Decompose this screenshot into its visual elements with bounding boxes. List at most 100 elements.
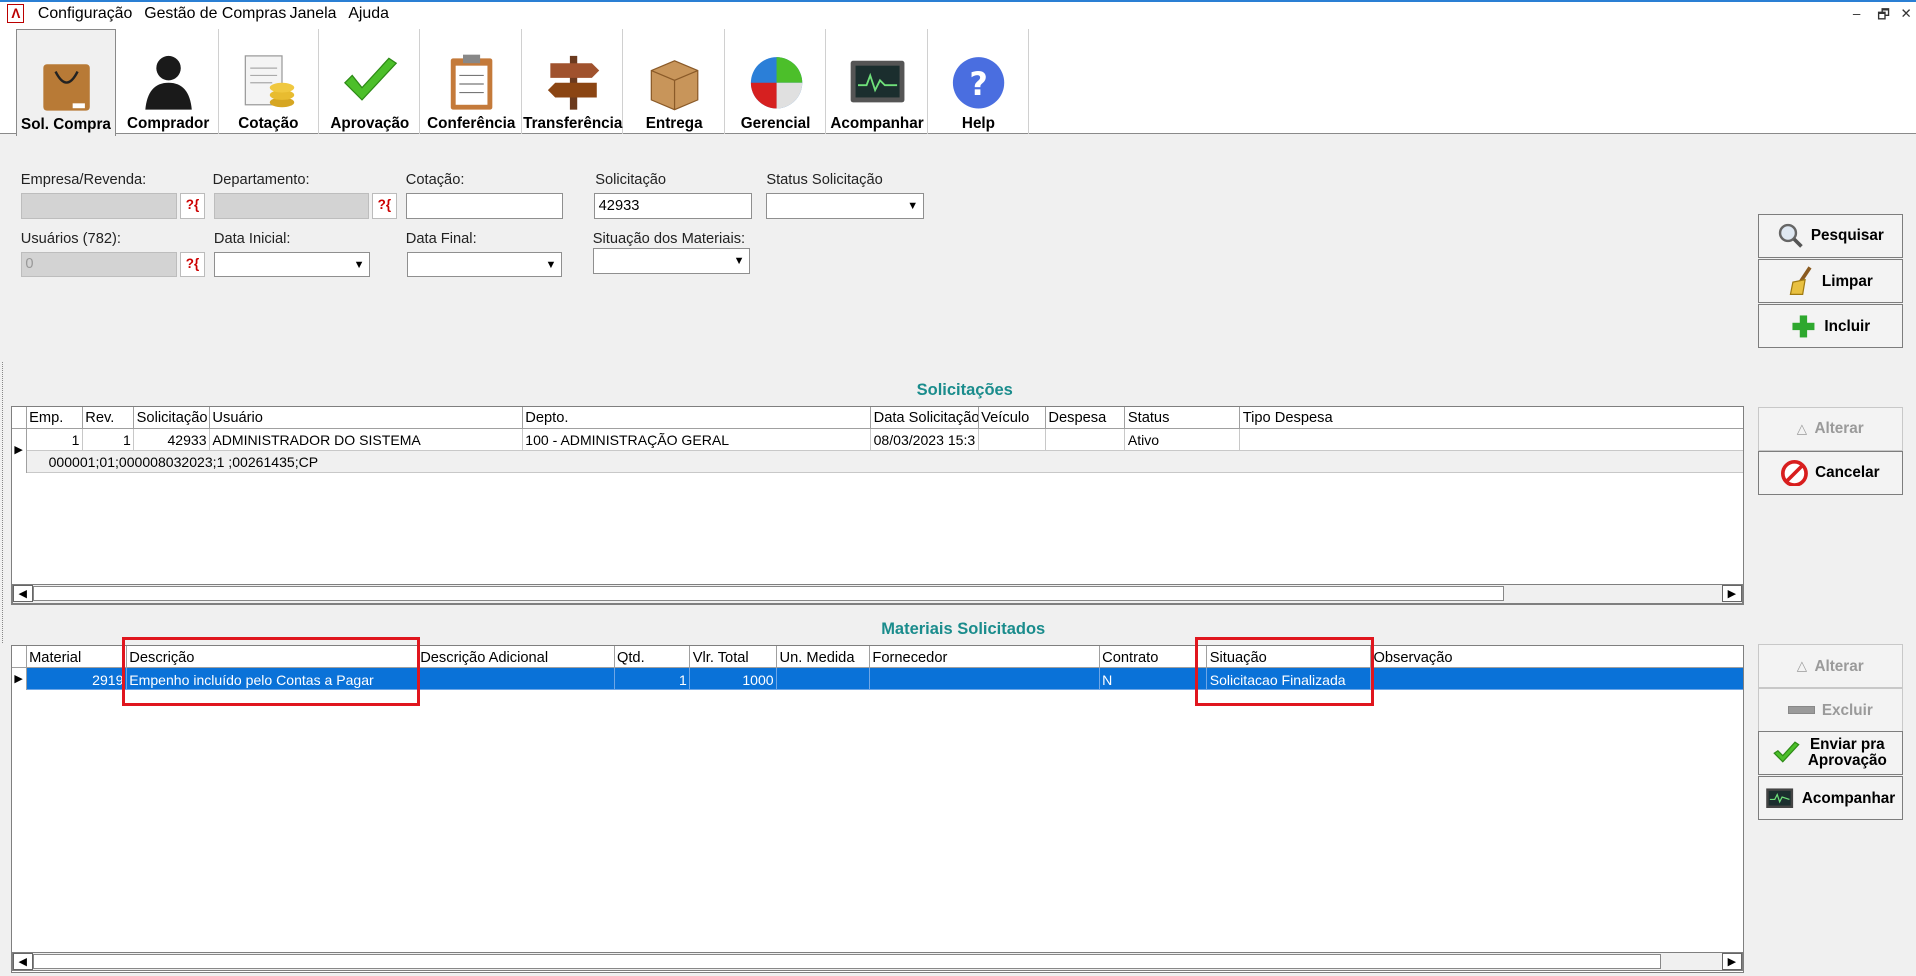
cell-emp: 1 xyxy=(26,428,83,451)
pie-chart-icon xyxy=(750,57,802,109)
splitter-handle[interactable] xyxy=(2,361,8,643)
scroll-left-icon[interactable]: ◀ xyxy=(12,952,33,970)
menu-configuracao[interactable]: Configuração xyxy=(38,5,132,23)
restore-icon[interactable]: 🗗 xyxy=(1877,6,1890,28)
quote-coins-icon xyxy=(245,55,295,108)
incluir-label: Incluir xyxy=(1824,317,1871,335)
tool-comprador[interactable]: Comprador xyxy=(119,29,219,135)
col-header-un-medida[interactable]: Un. Medida xyxy=(777,646,870,669)
close-icon[interactable]: ✕ xyxy=(1901,6,1912,22)
enviar-aprovacao-button[interactable]: Enviar pra Aprovação xyxy=(1757,730,1903,775)
acompanhar-button[interactable]: Acompanhar xyxy=(1757,776,1903,821)
col-header-material[interactable]: Material xyxy=(26,646,127,669)
cell-descricao-adicional xyxy=(417,668,615,691)
plus-icon xyxy=(1792,315,1815,338)
menu-ajuda[interactable]: Ajuda xyxy=(348,5,389,23)
solicitacoes-title: Solicitações xyxy=(916,381,1013,400)
empresa-lookup-icon[interactable]: ?{ xyxy=(179,193,206,219)
tool-acompanhar[interactable]: Acompanhar xyxy=(827,29,928,135)
tool-cotacao[interactable]: Cotação xyxy=(219,29,319,135)
incluir-button[interactable]: Incluir xyxy=(1757,304,1903,349)
alterar-label: Alterar xyxy=(1814,657,1864,675)
col-header-qtd[interactable]: Qtd. xyxy=(614,646,691,669)
usuarios-lookup-icon[interactable]: ?{ xyxy=(179,251,206,278)
col-header-observacao[interactable]: Observação xyxy=(1371,646,1743,669)
tool-transferencia[interactable]: Transferência xyxy=(523,29,624,135)
monitor-icon xyxy=(850,61,905,103)
limpar-button[interactable]: Limpar xyxy=(1757,259,1903,304)
col-header-fornecedor[interactable]: Fornecedor xyxy=(869,646,1100,669)
svg-text:?: ? xyxy=(970,67,988,103)
scroll-left-icon[interactable]: ◀ xyxy=(12,584,33,603)
cell-depto: 100 - ADMINISTRAÇÃO GERAL xyxy=(522,428,872,451)
menu-gestao-compras[interactable]: Gestão de Compras xyxy=(144,5,286,23)
minimize-icon[interactable]: – xyxy=(1853,6,1860,21)
tool-gerencial[interactable]: Gerencial xyxy=(726,29,827,135)
scroll-right-icon[interactable]: ▶ xyxy=(1722,952,1742,970)
tool-aprovacao[interactable]: Aprovação xyxy=(320,29,421,135)
col-header-contrato[interactable]: Contrato xyxy=(1099,646,1208,669)
cancelar-button[interactable]: Cancelar xyxy=(1757,450,1903,495)
excluir-button[interactable]: Excluir xyxy=(1757,688,1903,733)
pesquisar-button[interactable]: Pesquisar xyxy=(1757,213,1903,258)
status-select[interactable]: ▼ xyxy=(766,193,924,219)
alterar-solicitacao-button[interactable]: △ Alterar xyxy=(1757,406,1903,451)
scroll-right-icon[interactable]: ▶ xyxy=(1722,584,1742,603)
situacao-label: Situação dos Materiais: xyxy=(592,230,746,247)
cell-observacao xyxy=(1371,668,1743,691)
cancel-icon xyxy=(1780,459,1808,487)
departamento-input[interactable] xyxy=(213,193,370,219)
col-header-solicitacao[interactable]: Solicitação xyxy=(134,406,210,429)
tool-label: Comprador xyxy=(127,114,210,132)
help-icon: ? xyxy=(953,57,1005,109)
data-final-select[interactable]: ▼ xyxy=(406,251,563,278)
col-header-emp[interactable]: Emp. xyxy=(26,406,83,429)
usuarios-input[interactable]: 0 xyxy=(20,251,178,278)
menu-bar: Λ Configuração Gestão de Compras Janela … xyxy=(0,2,1916,28)
solicitacoes-hscrollbar[interactable]: ◀ ▶ xyxy=(11,583,1743,604)
col-header-vlr-total[interactable]: Vlr. Total xyxy=(690,646,778,669)
data-inicial-label: Data Inicial: xyxy=(213,230,291,247)
tool-conferencia[interactable]: Conferência xyxy=(422,29,522,135)
tool-label: Gerencial xyxy=(740,114,811,132)
minus-icon xyxy=(1787,706,1815,714)
situacao-select[interactable]: ▼ xyxy=(592,248,751,274)
materiais-title: Materiais Solicitados xyxy=(881,619,1046,638)
col-header-rev[interactable]: Rev. xyxy=(82,406,135,429)
tool-label: Sol. Compra xyxy=(21,116,111,134)
chevron-down-icon: ▼ xyxy=(733,255,745,268)
scroll-thumb[interactable] xyxy=(32,954,1661,969)
col-header-tipo-despesa[interactable]: Tipo Despesa xyxy=(1240,406,1743,429)
departamento-label: Departamento: xyxy=(212,172,310,189)
data-inicial-select[interactable]: ▼ xyxy=(213,251,371,278)
menu-janela[interactable]: Janela xyxy=(290,5,337,23)
departamento-lookup-icon[interactable]: ?{ xyxy=(371,193,398,219)
col-header-usuario[interactable]: Usuário xyxy=(209,406,523,429)
cell-veiculo xyxy=(978,428,1046,451)
alterar-label: Alterar xyxy=(1814,420,1864,438)
cotacao-input[interactable] xyxy=(405,193,564,219)
alterar-material-button[interactable]: △ Alterar xyxy=(1757,644,1903,689)
cell-vlr-total: 1000 xyxy=(690,668,778,691)
tool-label: Acompanhar xyxy=(830,114,924,132)
col-header-status[interactable]: Status xyxy=(1125,406,1241,429)
tool-help[interactable]: ? Help xyxy=(929,29,1030,135)
col-header-depto[interactable]: Depto. xyxy=(522,406,872,429)
clipboard-icon xyxy=(450,54,493,110)
col-header-despesa[interactable]: Despesa xyxy=(1045,406,1126,429)
cotacao-label: Cotação: xyxy=(405,172,465,189)
limpar-label: Limpar xyxy=(1821,272,1873,290)
solicitacao-input[interactable]: 42933 xyxy=(593,193,752,219)
col-header-veiculo[interactable]: Veículo xyxy=(978,406,1046,429)
materiais-hscrollbar[interactable]: ◀ ▶ xyxy=(11,951,1743,972)
col-header-descricao-adicional[interactable]: Descrição Adicional xyxy=(417,646,615,669)
tool-entrega[interactable]: Entrega xyxy=(625,29,725,135)
scroll-thumb[interactable] xyxy=(32,586,1505,601)
cell-fornecedor xyxy=(869,668,1100,691)
tool-sol-compra[interactable]: Sol. Compra xyxy=(15,29,117,136)
cell-data: 08/03/2023 15:3 xyxy=(871,428,979,451)
shopping-bag-icon xyxy=(43,64,91,111)
col-header-data[interactable]: Data Solicitação xyxy=(871,406,979,429)
row-indicator-header xyxy=(11,406,27,429)
empresa-input[interactable] xyxy=(20,193,178,219)
